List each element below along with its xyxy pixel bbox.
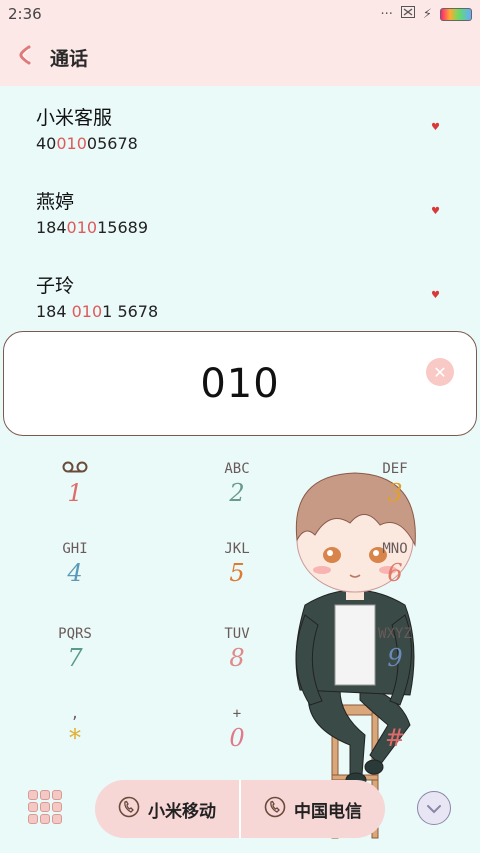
sim2-label: 中国电信 — [294, 801, 362, 822]
charging-icon: ⚡ — [422, 6, 432, 22]
key-digit: 6 — [387, 559, 403, 587]
key-letters: TUV — [224, 626, 250, 642]
key-4[interactable]: GHI 4 — [25, 540, 125, 610]
key-star[interactable]: , * — [25, 705, 125, 775]
key-digit: 8 — [229, 644, 245, 672]
key-letters: MNO — [382, 541, 408, 557]
call-sim1-button[interactable]: 小米移动 — [95, 780, 239, 838]
contact-name: 小米客服 — [36, 107, 113, 129]
contact-number: 4001005678 — [36, 134, 138, 153]
key-letters: GHI — [62, 541, 88, 557]
key-letters: , — [70, 706, 80, 722]
heart-icon: ♥ — [431, 122, 440, 133]
key-9[interactable]: WXYZ 9 — [345, 625, 445, 695]
contact-number: 18401015689 — [36, 218, 148, 237]
key-letters: DEF — [382, 461, 408, 477]
key-1[interactable]: 1 — [25, 460, 125, 530]
phone-sim-icon — [264, 796, 286, 823]
key-digit: 4 — [67, 559, 83, 587]
key-digit: # — [384, 724, 406, 752]
collapse-dialpad-button[interactable] — [417, 791, 451, 825]
contact-item[interactable]: 燕婷 18401015689 ♥ — [0, 170, 480, 254]
back-button[interactable] — [0, 28, 50, 86]
title-bar: 通话 — [0, 28, 480, 86]
key-digit: 7 — [67, 644, 83, 672]
more-icon: ··· — [380, 6, 393, 22]
voicemail-icon — [25, 460, 125, 478]
battery-icon — [440, 7, 472, 21]
key-letters: + — [232, 706, 242, 722]
contact-name: 子玲 — [36, 275, 75, 297]
status-bar: 2:36 ··· ⚡ — [0, 0, 480, 28]
heart-icon: ♥ — [431, 290, 440, 301]
contact-item[interactable]: 子玲 184 0101 5678 ♥ — [0, 254, 480, 338]
key-letters: ABC — [224, 461, 250, 477]
key-digit: 2 — [229, 479, 245, 507]
key-2[interactable]: ABC 2 — [187, 460, 287, 530]
key-letters: WXYZ — [378, 626, 412, 642]
key-digit: 0 — [229, 724, 245, 752]
contact-item[interactable]: 小米客服 4001005678 ♥ — [0, 86, 480, 170]
call-sim2-button[interactable]: 中国电信 — [241, 780, 385, 838]
chevron-left-icon — [15, 44, 35, 70]
page-title: 通话 — [50, 47, 89, 70]
contact-search-results: 小米客服 4001005678 ♥ 燕婷 18401015689 ♥ 子玲 18… — [0, 86, 480, 338]
dialpad-grid-icon[interactable] — [28, 790, 62, 824]
status-icons: ··· ⚡ — [380, 6, 472, 22]
contact-number: 184 0101 5678 — [36, 302, 159, 321]
key-0[interactable]: + 0 — [187, 705, 287, 775]
key-letters: PQRS — [58, 626, 92, 642]
sim-call-buttons: 小米移动 中国电信 — [95, 780, 385, 838]
key-letters: JKL — [224, 541, 250, 557]
close-icon: ✕ — [433, 362, 447, 382]
chevron-down-icon — [426, 799, 442, 818]
key-letters — [345, 705, 445, 723]
phone-sim-icon — [118, 796, 140, 823]
key-8[interactable]: TUV 8 — [187, 625, 287, 695]
key-7[interactable]: PQRS 7 — [25, 625, 125, 695]
key-digit: 9 — [387, 644, 403, 672]
key-digit: 1 — [67, 479, 83, 507]
dial-number-display: 010 ✕ — [3, 331, 477, 436]
key-5[interactable]: JKL 5 — [187, 540, 287, 610]
key-digit: * — [69, 724, 81, 752]
clear-button[interactable]: ✕ — [426, 358, 454, 386]
contact-name: 燕婷 — [36, 191, 75, 213]
key-3[interactable]: DEF 3 — [345, 460, 445, 530]
key-digit: 5 — [229, 559, 245, 587]
key-digit: 3 — [387, 479, 403, 507]
key-6[interactable]: MNO 6 — [345, 540, 445, 610]
dialpad: 1 ABC 2 DEF 3 GHI 4 JKL 5 MNO 6 PQRS 7 T… — [0, 460, 480, 760]
status-time: 2:36 — [8, 5, 42, 23]
key-hash[interactable]: # — [345, 705, 445, 775]
notification-icon — [400, 6, 415, 22]
sim1-label: 小米移动 — [148, 801, 216, 822]
bottom-bar: 小米移动 中国电信 — [0, 778, 480, 840]
dialed-number: 010 — [200, 360, 280, 407]
heart-icon: ♥ — [431, 206, 440, 217]
